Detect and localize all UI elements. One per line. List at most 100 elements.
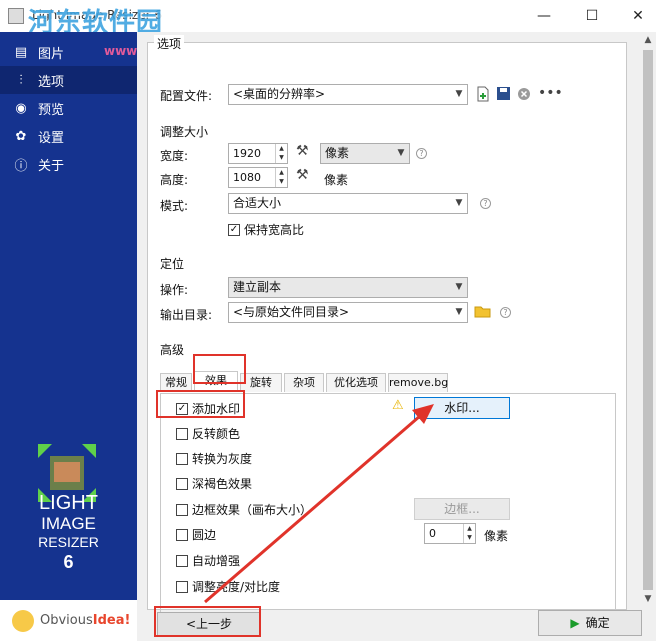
grayscale-checkbox[interactable]: 转换为灰度 [176,450,252,467]
folder-icon[interactable] [474,304,491,318]
auto-enhance-label: 自动增强 [192,554,241,568]
invert-colors-checkbox[interactable]: 反转颜色 [176,425,240,442]
checkbox-icon [176,580,188,593]
auto-enhance-checkbox[interactable]: 自动增强 [176,552,240,569]
brightness-contrast-checkbox[interactable]: 调整亮度/对比度 [176,578,280,595]
watermark-checkbox[interactable]: ✓ 添加水印 [176,400,240,417]
height-input[interactable]: 1080 ▲ ▼ [228,167,288,188]
chevron-down-icon: ▼ [455,282,463,292]
chevron-down-icon: ▼ [455,89,463,99]
spinner-arrows-icon[interactable]: ▲ ▼ [463,524,475,543]
brand-text-a: Obvious [40,613,93,628]
sepia-label: 深褐色效果 [192,477,253,491]
scroll-up-icon[interactable]: ▲ [640,32,656,48]
help-icon[interactable]: ? [416,148,427,159]
round-corners-value: 0 [429,527,436,540]
add-profile-icon[interactable] [476,86,490,102]
gear-icon: ✿ [15,128,27,144]
border-effect-label: 边框效果（画布大小） [192,503,313,517]
profile-value: <桌面的分辨率> [233,87,326,101]
more-options-icon[interactable]: ••• [538,85,563,101]
maximize-button[interactable]: ☐ [578,6,606,26]
bulb-icon [12,609,34,632]
tab-general[interactable]: 常规 [160,373,192,392]
width-label: 宽度: [160,149,189,163]
delete-profile-icon[interactable] [517,87,531,101]
obviousidea-logo[interactable]: Obvious Idea! [0,600,137,641]
brand-text-b: Idea! [92,613,131,628]
sidebar-item-label: 关于 [38,158,65,174]
checkbox-icon [176,503,188,516]
back-button[interactable]: <上一步 [157,612,261,636]
unit-select[interactable]: 像素 ▼ [320,143,410,164]
checkbox-checked-icon: ✓ [228,223,240,236]
border-effect-checkbox[interactable]: 边框效果（画布大小） [176,501,312,518]
scroll-down-icon[interactable]: ▼ [640,591,656,607]
brightness-contrast-label: 调整亮度/对比度 [192,580,281,594]
output-dir-select[interactable]: <与原始文件同目录> ▼ [228,302,468,323]
help-icon[interactable]: ? [480,198,491,209]
chevron-down-icon: ▼ [397,148,405,158]
border-button[interactable]: 边框... [414,498,510,520]
logo-text-resizer: RESIZER [38,534,99,550]
advanced-section-title: 高级 [160,343,185,357]
confirm-button[interactable]: ▶ 确定 [538,610,642,636]
checkbox-icon [176,452,188,465]
keep-ratio-checkbox[interactable]: ✓ 保持宽高比 [228,221,304,238]
tab-misc[interactable]: 杂项 [284,373,324,392]
action-select[interactable]: 建立副本 ▼ [228,277,468,298]
info-icon: ⓘ [14,158,28,174]
tab-remove-bg[interactable]: remove.bg [388,373,448,392]
options-panel: 选项 配置文件: <桌面的分辨率> ▼ ••• 调整大小 宽度: 1920 ▲ ▼… [147,35,627,613]
height-unit-label: 像素 [324,173,349,187]
confirm-label: 确定 [585,616,610,630]
mode-value: 合适大小 [233,196,282,210]
round-corners-input[interactable]: 0 ▲ ▼ [424,523,476,544]
wand-icon[interactable]: ⚒ [296,167,309,183]
warning-icon: ⚠ [392,398,404,413]
profile-select[interactable]: <桌面的分辨率> ▼ [228,84,468,105]
chevron-down-icon: ▼ [455,198,463,208]
sidebar-item-preview[interactable]: ◉ 预览 [0,94,137,122]
tab-rotate[interactable]: 旋转 [240,373,282,392]
tab-optimization[interactable]: 优化选项 [326,373,386,392]
sidebar: ▤ 图片 ⫶ 选项 ◉ 预览 ✿ 设置 ⓘ 关于 LIGHT IMAGE RES… [0,32,137,641]
play-icon: ▶ [570,616,580,630]
checkbox-icon [176,528,188,541]
minimize-button[interactable]: — [530,6,558,26]
sidebar-item-options[interactable]: ⫶ 选项 [0,66,137,94]
close-button[interactable]: ✕ [624,6,652,26]
save-profile-icon[interactable] [496,86,511,101]
output-dir-value: <与原始文件同目录> [233,305,350,319]
mode-select[interactable]: 合适大小 ▼ [228,193,468,214]
tab-effects[interactable]: 效果 [194,371,238,392]
sidebar-item-settings[interactable]: ✿ 设置 [0,122,137,150]
image-icon: ▤ [14,44,28,60]
sliders-icon: ⫶ [19,72,23,88]
sidebar-item-about[interactable]: ⓘ 关于 [0,150,137,178]
logo-text-version: 6 [63,552,74,572]
wand-icon[interactable]: ⚒ [296,143,309,159]
scrollbar-thumb[interactable] [643,50,653,590]
checkbox-icon [176,477,188,490]
watermark-button[interactable]: 水印... [414,397,510,419]
chevron-down-icon: ▼ [455,307,463,317]
help-icon[interactable]: ? [500,307,511,318]
checkbox-icon [176,427,188,440]
output-dir-label: 输出目录: [160,308,213,322]
position-section-title: 定位 [160,257,185,271]
spinner-arrows-icon[interactable]: ▲ ▼ [275,144,287,163]
eye-icon: ◉ [15,100,27,116]
sidebar-item-label: 设置 [38,130,65,146]
keep-ratio-label: 保持宽高比 [244,223,305,237]
sepia-checkbox[interactable]: 深褐色效果 [176,475,252,492]
width-input[interactable]: 1920 ▲ ▼ [228,143,288,164]
round-corners-checkbox[interactable]: 圆边 [176,526,216,543]
action-label: 操作: [160,283,189,297]
vertical-scrollbar[interactable]: ▲ ▼ [640,32,656,607]
action-value: 建立副本 [233,280,282,294]
resize-section-title: 调整大小 [160,125,209,139]
round-corners-label: 圆边 [192,528,217,542]
checkbox-checked-icon: ✓ [176,402,188,415]
spinner-arrows-icon[interactable]: ▲ ▼ [275,168,287,187]
